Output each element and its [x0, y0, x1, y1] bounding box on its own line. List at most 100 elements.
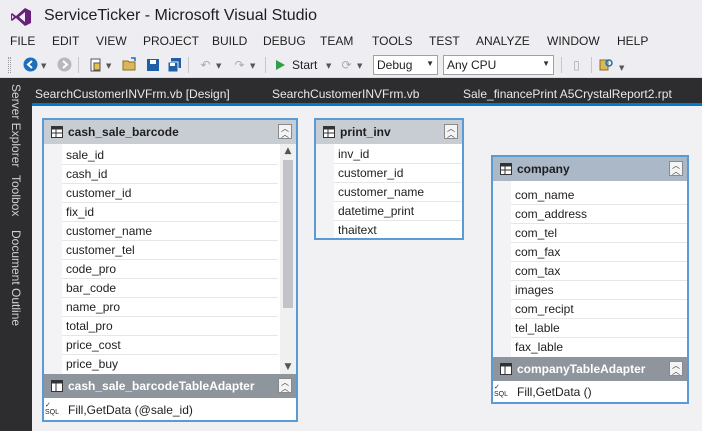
find-icon[interactable]: [598, 56, 615, 73]
back-dropdown-icon[interactable]: ▼: [41, 62, 46, 70]
scroll-thumb[interactable]: [283, 160, 293, 308]
row-gutter: [493, 181, 511, 357]
menu-help[interactable]: HELP: [617, 34, 648, 48]
toolbar-separator: [265, 57, 266, 73]
save-all-icon[interactable]: [166, 56, 183, 73]
query-row[interactable]: ✓ SQL Fill,GetData (@sale_id): [44, 400, 296, 420]
menu-view[interactable]: VIEW: [96, 34, 127, 48]
column-row[interactable]: name_pro: [62, 298, 278, 317]
column-row[interactable]: tel_lable: [511, 319, 687, 338]
query-text: Fill,GetData (): [517, 385, 592, 399]
menu-bar: FILE EDIT VIEW PROJECT BUILD DEBUG TEAM …: [0, 34, 702, 52]
forward-icon[interactable]: [56, 56, 73, 73]
column-row[interactable]: com_tel: [511, 224, 687, 243]
toolbar-separator: [78, 57, 79, 73]
column-row[interactable]: fax_lable: [511, 338, 687, 357]
start-label: Start: [292, 58, 318, 72]
menu-team[interactable]: TEAM: [320, 34, 353, 48]
menu-analyze[interactable]: ANALYZE: [476, 34, 530, 48]
toolbar-grip[interactable]: [8, 57, 11, 73]
document-tab-well: SearchCustomerINVFrm.vb [Design] SearchC…: [32, 78, 702, 103]
column-row[interactable]: com_address: [511, 205, 687, 224]
server-explorer-tab[interactable]: Server Explorer: [9, 84, 23, 167]
platform-select[interactable]: Any CPU ▼: [443, 55, 554, 75]
redo-dropdown-icon[interactable]: ▼: [250, 62, 255, 70]
attach-icon[interactable]: ▯: [568, 56, 585, 73]
toolbox-tab[interactable]: Toolbox: [9, 175, 23, 216]
datatable-header[interactable]: cash_sale_barcode ︿ ︿: [44, 120, 296, 144]
collapse-icon[interactable]: ︿ ︿: [278, 124, 292, 139]
column-row[interactable]: inv_id: [334, 145, 462, 164]
collapse-icon[interactable]: ︿ ︿: [278, 378, 292, 393]
column-row[interactable]: com_fax: [511, 243, 687, 262]
column-row[interactable]: com_name: [511, 186, 687, 205]
menu-project[interactable]: PROJECT: [143, 34, 199, 48]
menu-tools[interactable]: TOOLS: [372, 34, 412, 48]
tableadapter-header[interactable]: cash_sale_barcodeTableAdapter ︿ ︿: [44, 374, 296, 398]
menu-build[interactable]: BUILD: [212, 34, 247, 48]
column-row[interactable]: com_recipt: [511, 300, 687, 319]
sql-query-icon: ✓ SQL: [45, 402, 60, 416]
start-play-icon: [276, 60, 285, 70]
column-row[interactable]: cash_id: [62, 165, 278, 184]
window-title: ServiceTicker - Microsoft Visual Studio: [44, 7, 317, 24]
row-gutter: [316, 144, 334, 238]
menu-debug[interactable]: DEBUG: [263, 34, 306, 48]
column-row[interactable]: customer_name: [334, 183, 462, 202]
column-row[interactable]: bar_code: [62, 279, 278, 298]
collapse-icon[interactable]: ︿ ︿: [669, 361, 683, 376]
column-row[interactable]: customer_id: [334, 164, 462, 183]
back-icon[interactable]: [22, 56, 39, 73]
datatable-title: cash_sale_barcode: [68, 125, 179, 139]
datatable-cash-sale-barcode[interactable]: cash_sale_barcode ︿ ︿ sale_id cash_id cus…: [42, 118, 298, 422]
vertical-scrollbar[interactable]: ▲ ▼: [280, 144, 296, 374]
refresh-icon[interactable]: ⟳: [338, 56, 355, 73]
column-row[interactable]: com_tax: [511, 262, 687, 281]
column-row[interactable]: code_pro: [62, 260, 278, 279]
configuration-select[interactable]: Debug ▼: [373, 55, 438, 75]
tab-design[interactable]: SearchCustomerINVFrm.vb [Design]: [35, 87, 230, 101]
column-row[interactable]: sale_id: [62, 146, 278, 165]
column-row[interactable]: customer_id: [62, 184, 278, 203]
menu-file[interactable]: FILE: [10, 34, 35, 48]
column-row[interactable]: datetime_print: [334, 202, 462, 221]
datatable-title: company: [517, 162, 570, 176]
tab-code[interactable]: SearchCustomerINVFrm.vb: [272, 87, 419, 101]
column-row[interactable]: customer_tel: [62, 241, 278, 260]
datatable-header[interactable]: print_inv ︿ ︿: [316, 120, 462, 144]
new-project-icon[interactable]: [87, 56, 104, 73]
open-icon[interactable]: [121, 56, 138, 73]
start-button[interactable]: Start: [274, 56, 317, 74]
redo-icon[interactable]: ↷: [231, 56, 248, 73]
column-row[interactable]: thaitext: [334, 221, 462, 240]
undo-dropdown-icon[interactable]: ▼: [216, 62, 221, 70]
column-row[interactable]: total_pro: [62, 317, 278, 336]
menu-edit[interactable]: EDIT: [52, 34, 79, 48]
refresh-dropdown-icon[interactable]: ▼: [357, 62, 362, 70]
column-row[interactable]: images: [511, 281, 687, 300]
column-row[interactable]: price_cost: [62, 336, 278, 355]
column-row[interactable]: customer_name: [62, 222, 278, 241]
datatable-company[interactable]: company ︿ ︿ com_name com_address com_tel …: [491, 155, 689, 404]
scroll-down-icon[interactable]: ▼: [280, 360, 296, 374]
menu-window[interactable]: WINDOW: [547, 34, 600, 48]
undo-icon[interactable]: ↶: [197, 56, 214, 73]
scroll-up-icon[interactable]: ▲: [280, 144, 296, 158]
datatable-print-inv[interactable]: print_inv ︿ ︿ inv_id customer_id customer…: [314, 118, 464, 240]
column-row[interactable]: price_buy: [62, 355, 278, 374]
column-row[interactable]: fix_id: [62, 203, 278, 222]
adapter-icon: [51, 380, 63, 392]
save-icon[interactable]: [144, 56, 161, 73]
new-dropdown-icon[interactable]: ▼: [106, 62, 111, 70]
toolbar-overflow-icon[interactable]: ▼: [619, 64, 624, 72]
datatable-header[interactable]: company ︿ ︿: [493, 157, 687, 181]
toolbar-separator: [591, 57, 592, 73]
query-row[interactable]: ✓ SQL Fill,GetData (): [493, 382, 687, 402]
menu-test[interactable]: TEST: [429, 34, 460, 48]
tab-report[interactable]: Sale_financePrint A5CrystalReport2.rpt: [463, 87, 672, 101]
document-outline-tab[interactable]: Document Outline: [9, 230, 23, 326]
start-dropdown-icon[interactable]: ▼: [326, 62, 331, 70]
collapse-icon[interactable]: ︿ ︿: [444, 124, 458, 139]
collapse-icon[interactable]: ︿ ︿: [669, 161, 683, 176]
tableadapter-header[interactable]: companyTableAdapter ︿ ︿: [493, 357, 687, 381]
